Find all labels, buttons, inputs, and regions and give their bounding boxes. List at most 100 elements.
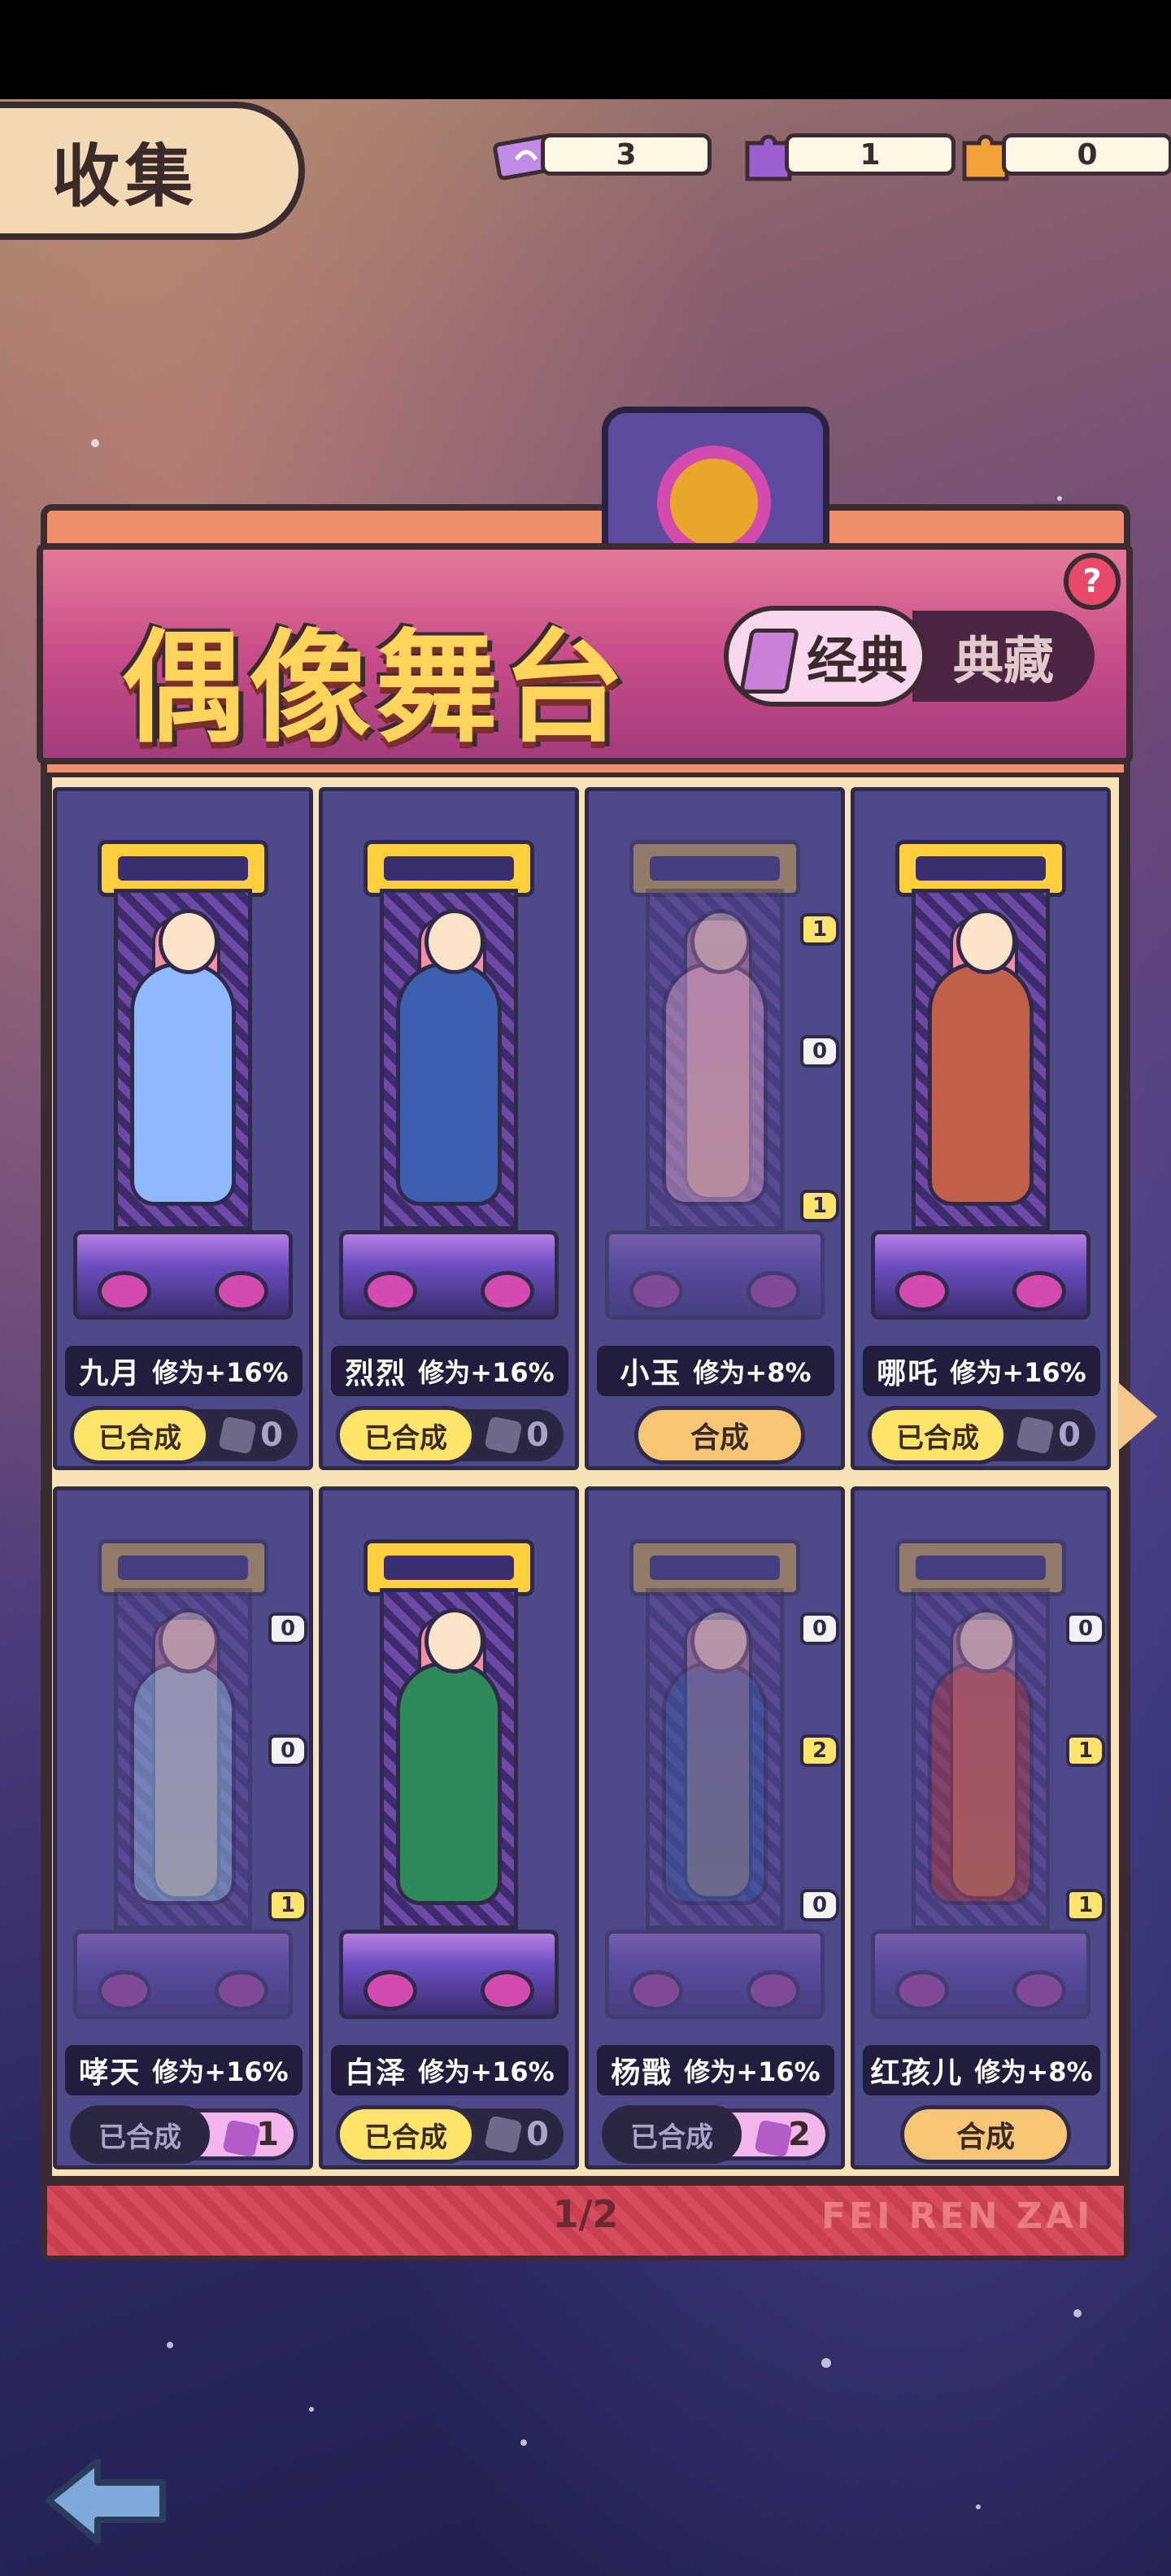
collect-title: 收集 [51,136,198,216]
puzzle-count-value: 0 [1058,1416,1081,1454]
stage-base [871,1930,1090,2019]
fragment-badge: 1 [268,1889,307,1921]
idol-bonus: 修为+8% [693,1357,812,1388]
puzzle-count-value: 2 [788,2116,811,2153]
composed-button[interactable]: 已合成 [868,1406,1008,1464]
idol-figure [928,909,1034,1206]
card-status: 0 已合成 [868,1406,1100,1464]
composed-button[interactable]: 已合成 [336,1406,476,1464]
idol-name-bar: 红孩儿 修为+8% [863,2045,1100,2095]
card-status: 0 已合成 [336,2105,568,2164]
fragment-badge: 1 [800,1190,839,1222]
idol-name: 九月 [79,1357,141,1390]
orange-puzzle-currency[interactable]: 0 [953,130,1171,182]
idol-card[interactable]: 哪吒 修为+16% 0 已合成 [851,787,1111,1470]
ticket-count: 3 [541,133,712,176]
tab-collection[interactable]: 典藏 [912,611,1095,702]
idol-figure [662,909,768,1206]
idol-card[interactable]: 九月 修为+16% 0 已合成 [53,787,313,1470]
purple-puzzle-count: 1 [785,133,956,176]
fragment-badge: 0 [268,1734,307,1767]
tab-classic-label: 经典 [806,631,908,690]
idol-card[interactable]: 0 0 1 哮天 修为+16% 1 已合成 [53,1486,313,2169]
fragment-badge: 0 [1066,1612,1105,1645]
fragment-badge: 0 [800,1035,839,1068]
idol-card[interactable]: 烈烈 修为+16% 0 已合成 [319,787,579,1470]
stage-base [339,1930,559,2019]
card-status: 合成 [602,1406,834,1464]
idol-card[interactable]: 白泽 修为+16% 0 已合成 [319,1486,579,2169]
synthesize-button[interactable]: 合成 [900,2105,1071,2164]
help-button[interactable]: ? [1064,553,1121,610]
stage-base [871,1230,1090,1320]
purple-puzzle-currency[interactable]: 1 [736,130,956,182]
idol-name-bar: 九月 修为+16% [65,1346,303,1396]
puzzle-piece-icon [754,2119,793,2158]
card-icon [738,629,800,694]
idol-name-bar: 哪吒 修为+16% [863,1346,1100,1396]
idol-name: 烈烈 [345,1357,407,1390]
stage-base [605,1230,825,1320]
idol-bonus: 修为+16% [418,2056,555,2087]
idol-name: 哮天 [79,2056,141,2090]
category-tabs: 典藏 经典 [724,606,1095,707]
idol-card[interactable]: 0 1 1 红孩儿 修为+8% 合成 [851,1486,1111,2169]
back-arrow-icon[interactable] [41,2452,171,2549]
card-status: 0 已合成 [70,1406,303,1464]
idol-name: 杨戬 [611,2056,673,2090]
idol-name: 白泽 [345,2056,407,2090]
fragment-badge: 1 [800,913,839,946]
card-status: 合成 [868,2105,1100,2164]
puzzle-piece-icon [484,2115,523,2154]
composed-button: 已合成 [602,2105,742,2164]
composed-button: 已合成 [70,2105,210,2164]
fragment-badge: 1 [1066,1734,1105,1767]
stage-base [339,1230,559,1320]
watermark-text: FEI REN ZAI [821,2195,1094,2237]
idol-bonus: 修为+16% [152,1357,289,1388]
stage-base [605,1930,825,2019]
composed-button[interactable]: 已合成 [336,2105,476,2164]
idol-card[interactable]: 0 2 0 杨戬 修为+16% 2 已合成 [585,1486,845,2169]
idol-card[interactable]: 1 0 1 小玉 修为+8% 合成 [585,787,845,1470]
idol-name: 哪吒 [877,1357,939,1390]
stage-base [73,1230,293,1320]
fragment-badge: 0 [800,1889,839,1921]
idol-figure [130,909,236,1206]
banner-title: 偶像舞台 [122,618,630,759]
stage-base [73,1930,293,2019]
fragment-badge: 0 [268,1612,307,1645]
fragment-badge: 1 [1066,1889,1105,1921]
synthesize-button[interactable]: 合成 [634,1406,805,1464]
card-status: 0 已合成 [336,1406,568,1464]
idol-name-bar: 哮天 修为+16% [65,2045,303,2095]
idol-name-bar: 杨戬 修为+16% [597,2045,834,2095]
idol-bonus: 修为+16% [684,2056,821,2087]
idol-figure [396,1608,502,1905]
puzzle-piece-icon [218,1416,257,1455]
idol-name: 小玉 [620,1357,682,1390]
puzzle-piece-icon [1016,1416,1055,1455]
puzzle-count-value: 1 [256,2116,279,2153]
puzzle-count-value: 0 [526,2116,549,2153]
puzzle-piece-icon [222,2119,261,2158]
orange-puzzle-count: 0 [1002,133,1171,176]
idol-name-bar: 小玉 修为+8% [597,1346,834,1396]
idol-bonus: 修为+8% [974,2056,1093,2087]
idol-name: 红孩儿 [870,2056,964,2090]
puzzle-piece-icon [484,1416,523,1455]
idol-bonus: 修为+16% [418,1357,555,1388]
fragment-badge: 0 [800,1612,839,1645]
next-page-arrow-icon[interactable] [1118,1382,1157,1451]
collect-tab[interactable]: 收集 [0,102,305,240]
puzzle-count-value: 0 [526,1416,549,1454]
ticket-currency[interactable]: 3 [492,130,712,182]
fragment-badge: 2 [800,1734,839,1767]
composed-button[interactable]: 已合成 [70,1406,210,1464]
idol-name-bar: 白泽 修为+16% [331,2045,568,2095]
tab-classic[interactable]: 经典 [724,606,927,707]
card-status: 1 已合成 [70,2105,303,2164]
idol-figure [662,1608,768,1905]
idol-bonus: 修为+16% [950,1357,1086,1388]
idol-figure [130,1608,236,1905]
